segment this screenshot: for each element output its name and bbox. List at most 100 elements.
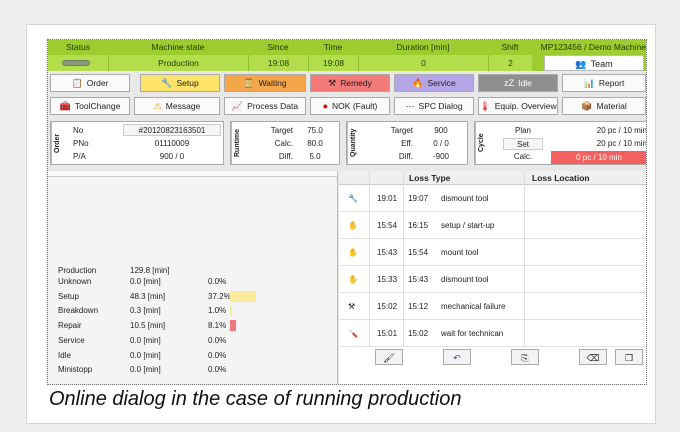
- time-value: 19:08: [308, 55, 358, 71]
- runtime-target-value: 75.0: [307, 126, 323, 135]
- table-row[interactable]: ✋ 15:43 15:54 mount tool: [339, 240, 646, 266]
- table-row[interactable]: 🪛 15:01 15:02 wait for technican: [339, 321, 646, 347]
- duration-name: Breakdown: [58, 306, 99, 315]
- report-button[interactable]: 📊 Report: [562, 74, 646, 92]
- loss-end: 16:15: [408, 221, 429, 230]
- nok-fault-button[interactable]: ● NOK (Fault): [310, 97, 390, 115]
- duration-name: Unknown: [58, 277, 92, 286]
- order-button[interactable]: 📋 Order: [50, 74, 130, 92]
- runtime-diff-label: Diff.: [278, 152, 293, 161]
- toolchange-icon: 🧰: [59, 101, 71, 111]
- spc-dialog-button-label: SPC Dialog: [418, 101, 463, 111]
- hand-icon: ✋: [348, 248, 358, 257]
- shift-value: 2: [488, 55, 532, 71]
- machine-state-label: Machine state: [151, 42, 205, 52]
- duration-time: 0.0 [min]: [130, 351, 161, 360]
- loss-start: 15:33: [377, 275, 398, 284]
- table-row[interactable]: ✋ 15:54 16:15 setup / start-up: [339, 213, 646, 239]
- loss-end: 19:07: [408, 194, 429, 203]
- cycle-calc-value: 0 pc / 10 min: [551, 151, 646, 164]
- order-no-value: #20120823163501: [123, 124, 221, 136]
- loss-type: setup / start-up: [441, 221, 495, 230]
- duration-time: 10.5 [min]: [130, 321, 166, 330]
- setup-bar: [230, 291, 256, 302]
- process-data-button[interactable]: 📈 Process Data: [224, 97, 306, 115]
- hand-icon: ✋: [348, 221, 358, 230]
- window-button[interactable]: ❐: [615, 349, 643, 365]
- status-indicator-cell: [48, 55, 108, 71]
- order-pno-value: 01110009: [154, 139, 190, 148]
- loss-end: 15:02: [408, 329, 429, 338]
- duration-percent: 8.1%: [208, 321, 227, 330]
- duration-percent: 37.2%: [208, 292, 231, 301]
- figure-caption: Online dialog in the case of running pro…: [49, 388, 462, 410]
- material-button[interactable]: 📦 Material: [562, 97, 646, 115]
- table-row[interactable]: ✋ 15:33 15:43 dismount tool: [339, 267, 646, 293]
- eraser-icon: ⌫: [586, 353, 600, 363]
- duration-summary-pane: Production 129.8 [min] Unknown 0.0 [min] 0.0…: [48, 171, 338, 384]
- service-button[interactable]: 🔥 Service: [394, 74, 474, 92]
- waiting-button-label: Waiting: [258, 78, 287, 88]
- edit-tool-button[interactable]: 🖌: [375, 349, 403, 365]
- duration-time: 0.0 [min]: [130, 365, 161, 374]
- since-value: 19:08: [248, 55, 308, 71]
- waiting-button[interactable]: ⏳ Waiting: [224, 74, 306, 92]
- table-row[interactable]: 🔧 19:01 19:07 dismount tool: [339, 186, 646, 212]
- order-button-label: Order: [86, 78, 109, 88]
- loss-start: 15:54: [377, 221, 398, 230]
- online-dialog-screen: Status Machine state Since Time Duration…: [47, 39, 647, 385]
- quantity-panel: Quantity Target Eff. Diff. 900 0 / 0 -90…: [346, 121, 468, 165]
- toolchange-button[interactable]: 🧰 ToolChange: [50, 97, 130, 115]
- split-button[interactable]: ⎘: [511, 349, 539, 365]
- duration-time: 0.0 [min]: [130, 336, 161, 345]
- toolchange-button-label: ToolChange: [74, 101, 121, 111]
- shift-label: Shift: [501, 42, 519, 52]
- duration-percent: 0.0%: [208, 277, 227, 286]
- quantity-eff-label: Eff.: [401, 139, 413, 148]
- equip-overview-button[interactable]: 🌡 Equip. Overview: [478, 97, 558, 115]
- process-data-button-label: Process Data: [247, 101, 299, 111]
- loss-location-header: Loss Location: [532, 173, 590, 183]
- cycle-plan-label: Plan: [514, 126, 531, 135]
- duration-time: 129.8 [min]: [130, 266, 170, 275]
- runtime-calc-label: Calc.: [274, 139, 293, 148]
- cycle-set-button[interactable]: Set: [503, 138, 543, 150]
- thermometer-icon: 🌡: [479, 101, 491, 111]
- undo-button[interactable]: ↶: [443, 349, 471, 365]
- loss-table: Loss Type Loss Location 🔧 19:01 19:07 dismo…: [339, 171, 646, 384]
- duration-time: 0.3 [min]: [130, 306, 161, 315]
- wrench-icon: 🔧: [348, 194, 358, 203]
- split-icon: ⎘: [521, 353, 529, 363]
- window-icon: ❐: [624, 353, 634, 363]
- order-panel-title: Order: [51, 122, 62, 164]
- service-button-label: Service: [427, 78, 456, 88]
- warning-icon: ⚠: [153, 101, 162, 111]
- loss-type: mount tool: [441, 248, 479, 257]
- quantity-diff-label: Diff.: [398, 152, 413, 161]
- runtime-calc-value: 80.0: [307, 139, 323, 148]
- duration-name: Production: [58, 266, 97, 275]
- time-label: Time: [323, 42, 343, 52]
- remedy-button[interactable]: ⚒ Remedy: [310, 74, 390, 92]
- order-pno-label: PNo: [73, 139, 89, 148]
- clear-button[interactable]: ⌫: [579, 349, 607, 365]
- team-button[interactable]: 👥 Team: [544, 55, 644, 71]
- loss-end: 15:12: [408, 302, 429, 311]
- runtime-panel: Runtime Target Calc. Diff. 75.0 80.0 5.0: [230, 121, 340, 165]
- setup-button[interactable]: 🔧 Setup: [140, 74, 220, 92]
- spc-dialog-button[interactable]: ⋯ SPC Dialog: [394, 97, 474, 115]
- status-label: Status: [65, 42, 91, 52]
- status-indicator-icon: [62, 60, 90, 66]
- cycle-panel-title: Cycle: [475, 122, 486, 164]
- setup-icon: 🔧: [161, 78, 173, 88]
- duration-name: Service: [58, 336, 85, 345]
- duration-name: Repair: [58, 321, 82, 330]
- machine-state-value: Production: [108, 55, 248, 71]
- idle-button[interactable]: zZ Idle: [478, 74, 558, 92]
- quantity-target-label: Target: [390, 126, 413, 135]
- message-button[interactable]: ⚠ Message: [134, 97, 220, 115]
- table-row[interactable]: ⚒ 15:02 15:12 mechanical failure: [339, 294, 646, 320]
- since-label: Since: [267, 42, 289, 52]
- quantity-diff-value: -900: [432, 152, 449, 161]
- status-header: Status Machine state Since Time Duration…: [48, 40, 646, 71]
